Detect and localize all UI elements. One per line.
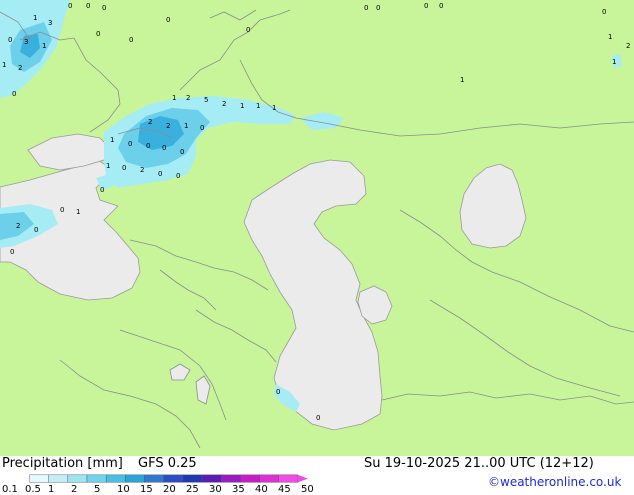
value-label: 0 <box>276 388 280 396</box>
scale-segment <box>86 474 107 483</box>
value-label: 3 <box>48 19 52 27</box>
scale-segment <box>163 474 184 483</box>
scale-segment <box>182 474 203 483</box>
value-label: 2 <box>140 166 144 174</box>
scale-segment <box>48 474 69 483</box>
value-label: 2 <box>222 100 226 108</box>
valid-time-label: Su 19-10-2025 21..00 UTC (12+12) <box>364 456 594 471</box>
value-label: 0 <box>176 172 180 180</box>
scale-tick-label: 45 <box>278 484 291 495</box>
value-label: 0 <box>316 414 320 422</box>
scale-tick-label: 35 <box>232 484 245 495</box>
scale-segment <box>29 474 49 483</box>
precipitation-map: 1 3 3 1 0 1 2 0 0 0 0 0 0 0 0 0 0 0 0 0 … <box>0 0 634 456</box>
value-label: 1 <box>240 102 244 110</box>
value-label: 1 <box>184 122 188 130</box>
scale-tick-label: 2 <box>71 484 78 495</box>
value-label: 0 <box>166 16 170 24</box>
model-label: GFS 0.25 <box>138 456 197 471</box>
value-label: 1 <box>460 76 464 84</box>
value-label: 1 <box>272 104 276 112</box>
scale-arrow <box>297 474 308 483</box>
value-label: 0 <box>364 4 368 12</box>
value-label: 1 <box>608 33 612 41</box>
value-label: 1 <box>612 58 616 66</box>
map-footer: Precipitation [mm] GFS 0.25 Su 19-10-202… <box>0 456 634 495</box>
value-label: 1 <box>256 102 260 110</box>
scale-segment <box>259 474 279 483</box>
scale-segment <box>220 474 241 483</box>
value-label: 1 <box>2 61 6 69</box>
value-label: 0 <box>376 4 380 12</box>
value-label: 0 <box>129 36 133 44</box>
value-label: 0 <box>12 90 16 98</box>
value-label: 3 <box>24 38 28 46</box>
scale-tick-label: 40 <box>255 484 268 495</box>
scale-tick-label: 5 <box>94 484 101 495</box>
value-label: 0 <box>60 206 64 214</box>
value-label: 0 <box>34 226 38 234</box>
value-label: 0 <box>439 2 443 10</box>
value-label: 1 <box>172 94 176 102</box>
scale-tick-label: 0.1 <box>2 484 18 495</box>
value-label: 0 <box>122 164 126 172</box>
scale-segment <box>144 474 164 483</box>
value-label: 1 <box>106 162 110 170</box>
scale-tick-label: 10 <box>117 484 130 495</box>
value-label: 2 <box>166 122 170 130</box>
value-label: 1 <box>76 208 80 216</box>
value-label: 0 <box>100 186 104 194</box>
scale-tick-label: 20 <box>163 484 176 495</box>
value-label: 0 <box>146 142 150 150</box>
value-label: 0 <box>180 148 184 156</box>
value-label: 1 <box>33 14 37 22</box>
value-label: 0 <box>96 30 100 38</box>
value-label: 2 <box>16 222 20 230</box>
scale-segment <box>125 474 145 483</box>
value-label: 0 <box>162 144 166 152</box>
value-label: 0 <box>86 2 90 10</box>
value-label: 0 <box>246 26 250 34</box>
color-scale-bar <box>29 474 308 483</box>
value-label: 0 <box>128 140 132 148</box>
scale-segment <box>278 474 299 483</box>
value-label: 0 <box>424 2 428 10</box>
scale-tick-label: 0.5 <box>25 484 41 495</box>
scale-segment <box>67 474 88 483</box>
scale-segment <box>105 474 126 483</box>
value-label: 0 <box>8 36 12 44</box>
value-label: 5 <box>204 96 208 104</box>
precipitation-title: Precipitation [mm] <box>2 456 123 471</box>
value-label: 0 <box>158 170 162 178</box>
value-label: 0 <box>200 124 204 132</box>
scale-tick-label: 1 <box>48 484 55 495</box>
value-label: 2 <box>626 42 630 50</box>
value-label: 1 <box>42 42 46 50</box>
value-label: 0 <box>10 248 14 256</box>
value-label: 0 <box>68 2 72 10</box>
value-label: 2 <box>186 94 190 102</box>
scale-segment <box>240 474 260 483</box>
scale-tick-label: 15 <box>140 484 153 495</box>
scale-segment <box>201 474 222 483</box>
scale-tick-label: 30 <box>209 484 222 495</box>
value-label: 2 <box>18 64 22 72</box>
credit-link[interactable]: ©weatheronline.co.uk <box>488 475 621 489</box>
scale-tick-label: 50 <box>301 484 314 495</box>
value-label: 2 <box>148 118 152 126</box>
value-label: 0 <box>102 4 106 12</box>
value-label: 0 <box>602 8 606 16</box>
value-label: 1 <box>110 136 114 144</box>
scale-tick-label: 25 <box>186 484 199 495</box>
